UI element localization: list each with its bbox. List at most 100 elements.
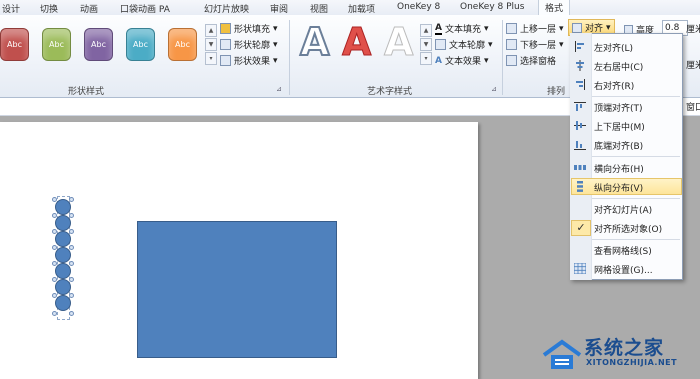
pen-icon: [220, 39, 231, 50]
tab-transitions[interactable]: 切换: [40, 2, 58, 15]
tab-slideshow[interactable]: 幻灯片放映: [204, 2, 249, 15]
group-separator: [502, 20, 503, 95]
more-styles-icon[interactable]: ▾: [205, 52, 217, 65]
tab-review[interactable]: 审阅: [270, 2, 288, 15]
selection-pane-button[interactable]: 选择窗格: [506, 54, 556, 67]
resize-handle[interactable]: [52, 311, 57, 316]
circle-shape[interactable]: [55, 215, 71, 231]
text-outline-button[interactable]: 文本轮廓 ▾: [435, 38, 493, 51]
pen-icon: [435, 39, 446, 50]
shape-style-red[interactable]: Abc: [0, 28, 29, 61]
text-fill-button[interactable]: A 文本填充 ▾: [435, 22, 489, 35]
resize-handle[interactable]: [69, 311, 74, 316]
text-outline-label: 文本轮廓: [449, 41, 486, 51]
chevron-down-icon: ▾: [559, 39, 564, 50]
scroll-up-icon[interactable]: ▲: [420, 24, 432, 37]
dialog-launcher-icon[interactable]: ⊿: [491, 85, 497, 93]
resize-handle[interactable]: [69, 293, 74, 298]
menu-item-align-top[interactable]: 顶端对齐(T): [594, 101, 643, 114]
effects-icon: [220, 55, 231, 66]
shape-style-purple[interactable]: Abc: [84, 28, 113, 61]
swatch-text: Abc: [49, 40, 64, 49]
align-top-icon: [574, 102, 586, 111]
scroll-down-icon[interactable]: ▼: [205, 38, 217, 51]
shape-outline-button[interactable]: 形状轮廓 ▾: [220, 38, 278, 51]
resize-handle[interactable]: [69, 277, 74, 282]
more-styles-icon[interactable]: ▾: [420, 52, 432, 65]
dialog-launcher-icon[interactable]: ⊿: [276, 85, 282, 93]
tab-addins[interactable]: 加载项: [348, 2, 375, 15]
text-fill-label: 文本填充: [444, 25, 481, 35]
circle-shape[interactable]: [55, 231, 71, 247]
tab-pocket-animation[interactable]: 口袋动画 PA: [120, 2, 170, 15]
scroll-down-icon[interactable]: ▼: [420, 38, 432, 51]
menu-item-align-bottom[interactable]: 底端对齐(B): [594, 139, 643, 152]
menu-item-grid-settings[interactable]: 网格设置(G)...: [594, 263, 653, 276]
circle-shape[interactable]: [55, 263, 71, 279]
tab-animations[interactable]: 动画: [80, 2, 98, 15]
wordart-light-style[interactable]: A: [383, 20, 413, 65]
align-bottom-icon: [574, 141, 586, 150]
tab-design[interactable]: 设计: [2, 2, 20, 15]
circle-shape[interactable]: [55, 279, 71, 295]
shape-style-orange[interactable]: Abc: [168, 28, 197, 61]
rectangle-shape[interactable]: [137, 221, 337, 358]
chevron-down-icon: ▾: [273, 23, 278, 34]
menu-item-distribute-vertical[interactable]: 纵向分布(V): [594, 181, 643, 194]
menu-item-view-gridlines[interactable]: 查看网格线(S): [594, 244, 652, 257]
chevron-down-icon: ▾: [273, 55, 278, 66]
resize-handle[interactable]: [69, 261, 74, 266]
shape-style-aqua[interactable]: Abc: [126, 28, 155, 61]
menu-item-align-middle[interactable]: 上下居中(M): [594, 120, 645, 133]
group-label-shape-styles: 形状样式: [68, 87, 105, 97]
align-middle-icon: [574, 121, 586, 130]
resize-handle[interactable]: [69, 213, 74, 218]
resize-handle[interactable]: [52, 229, 57, 234]
resize-handle[interactable]: [69, 197, 74, 202]
resize-handle[interactable]: [52, 197, 57, 202]
menu-item-align-center[interactable]: 左右居中(C): [594, 60, 643, 73]
text-effects-button[interactable]: A 文本效果 ▾: [435, 54, 489, 68]
menu-item-align-to-slide[interactable]: 对齐幻灯片(A): [594, 203, 652, 216]
send-backward-button[interactable]: 下移一层 ▾: [506, 38, 564, 51]
bring-forward-button[interactable]: 上移一层 ▾: [506, 22, 564, 35]
menu-item-align-selected-objects[interactable]: 对齐所选对象(O): [594, 222, 662, 235]
resize-handle[interactable]: [52, 213, 57, 218]
menu-separator: [592, 239, 680, 240]
wordart-red-style[interactable]: A: [341, 20, 371, 65]
resize-handle[interactable]: [52, 245, 57, 250]
tab-view[interactable]: 视图: [310, 2, 328, 15]
shape-effects-label: 形状效果: [234, 57, 271, 67]
tab-onekey8[interactable]: OneKey 8: [397, 2, 440, 12]
resize-handle[interactable]: [52, 261, 57, 266]
menu-item-distribute-horizontal[interactable]: 横向分布(H): [594, 162, 644, 175]
swatch-text: Abc: [7, 40, 22, 49]
circle-shape[interactable]: [55, 199, 71, 215]
circle-shape[interactable]: [55, 295, 71, 311]
tab-onekey8plus[interactable]: OneKey 8 Plus: [460, 2, 524, 12]
swatch-text: Abc: [133, 40, 148, 49]
scroll-up-icon[interactable]: ▲: [205, 24, 217, 37]
text-fill-icon: A: [435, 22, 442, 35]
shape-style-green[interactable]: Abc: [42, 28, 71, 61]
menu-item-align-left[interactable]: 左对齐(L): [594, 41, 633, 54]
send-backward-icon: [506, 39, 517, 50]
align-center-icon: [576, 60, 584, 71]
resize-handle[interactable]: [69, 245, 74, 250]
selection-pane-icon: [506, 55, 517, 66]
align-right-icon: [576, 79, 585, 90]
watermark-title: 系统之家: [584, 337, 665, 359]
selection-pane-label: 选择窗格: [520, 57, 557, 67]
resize-handle[interactable]: [52, 293, 57, 298]
chevron-down-icon: ▾: [606, 22, 611, 33]
shape-effects-button[interactable]: 形状效果 ▾: [220, 54, 278, 67]
house-logo-icon: [542, 339, 582, 369]
shape-fill-button[interactable]: 形状填充 ▾: [220, 22, 278, 35]
circle-shape[interactable]: [55, 247, 71, 263]
resize-handle[interactable]: [52, 277, 57, 282]
resize-handle[interactable]: [69, 229, 74, 234]
ribbon-tab-bar: 设计 切换 动画 口袋动画 PA 幻灯片放映 审阅 视图 加载项 OneKey …: [0, 0, 700, 17]
menu-separator: [592, 96, 680, 97]
menu-item-align-right[interactable]: 右对齐(R): [594, 79, 634, 92]
wordart-outline-style[interactable]: A: [299, 19, 330, 65]
